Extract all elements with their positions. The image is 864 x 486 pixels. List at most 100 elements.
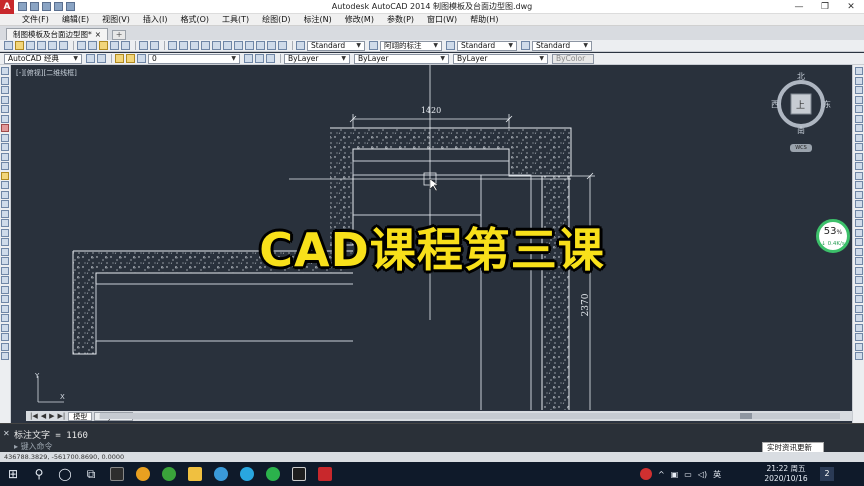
insert-block-icon[interactable] (1, 171, 9, 180)
new-tab-icon[interactable]: + (112, 30, 127, 40)
layer-properties-icon[interactable] (115, 54, 124, 63)
fillet-icon[interactable] (1, 333, 9, 341)
chamfer-icon[interactable] (1, 342, 9, 351)
arc-icon[interactable] (1, 114, 9, 123)
spline-icon[interactable] (1, 143, 9, 151)
pan-icon[interactable] (168, 41, 177, 50)
menu-parametric[interactable]: 参数(P) (387, 14, 414, 25)
zoom-previous-icon[interactable] (201, 41, 210, 50)
ellipse-arc-icon[interactable] (1, 162, 9, 170)
revision-cloud-icon[interactable] (1, 133, 9, 142)
construction-line-icon[interactable] (1, 76, 9, 85)
rectangle-icon[interactable] (1, 105, 9, 113)
wechat-icon[interactable] (260, 462, 286, 486)
undo-icon[interactable] (54, 2, 63, 11)
menu-edit[interactable]: 编辑(E) (62, 14, 89, 25)
command-close-icon[interactable]: ✕ (3, 429, 10, 438)
mirror-icon[interactable] (1, 295, 9, 303)
edge-icon[interactable] (208, 462, 234, 486)
rotate-icon[interactable] (854, 124, 863, 132)
new-file-icon[interactable] (18, 2, 27, 11)
menu-dimension[interactable]: 标注(N) (304, 14, 332, 25)
color-select[interactable]: ByLayer ▼ (284, 53, 350, 64)
close-button[interactable]: ✕ (838, 2, 864, 12)
coordinate-readout[interactable]: 436788.3829, -561700.8690, 0.0000 (4, 453, 124, 461)
hatch-icon[interactable] (1, 200, 9, 208)
prev-layout-button[interactable]: ◀ (41, 412, 46, 420)
trim-icon[interactable] (854, 152, 863, 161)
menu-file[interactable]: 文件(F) (22, 14, 49, 25)
open-icon[interactable] (15, 41, 24, 50)
array-icon[interactable] (854, 105, 863, 113)
compass-north[interactable]: 北 (797, 71, 805, 82)
task-view-icon[interactable]: ⧉ (78, 462, 104, 486)
mirror-icon[interactable] (854, 86, 863, 94)
app-icon-2[interactable] (130, 462, 156, 486)
menu-window[interactable]: 窗口(W) (427, 14, 457, 25)
viewcube[interactable]: 北 南 东 西 上 (771, 72, 831, 135)
save-icon[interactable] (26, 41, 35, 50)
scale-icon[interactable] (1, 304, 9, 313)
polyline-icon[interactable] (1, 86, 9, 94)
compass-east[interactable]: 东 (823, 99, 831, 110)
quick-dim-icon[interactable] (854, 314, 863, 322)
menu-draw[interactable]: 绘图(D) (262, 14, 290, 25)
offset-icon[interactable] (854, 95, 863, 104)
app-icon-1[interactable] (104, 462, 130, 486)
break-at-point-icon[interactable] (854, 171, 863, 180)
linetype-select[interactable]: ByLayer ▼ (354, 53, 449, 64)
cortana-icon[interactable]: ◯ (52, 462, 78, 486)
line-icon[interactable] (1, 67, 9, 75)
make-block-icon[interactable] (1, 181, 9, 189)
lineweight-select[interactable]: ByLayer ▼ (453, 53, 548, 64)
first-layout-button[interactable]: |◀ (30, 412, 38, 420)
dim-style-select[interactable]: 阿翊的标注 ▼ (380, 40, 442, 51)
tray-app-icon[interactable] (640, 468, 652, 480)
help-icon[interactable] (278, 41, 287, 50)
next-layout-button[interactable]: ▶ (49, 412, 54, 420)
menu-insert[interactable]: 插入(I) (143, 14, 168, 25)
new-icon[interactable] (4, 41, 13, 50)
network-icon[interactable]: ▭ (684, 470, 692, 479)
file-tab-close-icon[interactable]: × (95, 29, 101, 40)
viewcube-top-face[interactable]: 上 (796, 98, 805, 111)
jogged-icon[interactable] (854, 285, 863, 294)
redo-icon[interactable] (66, 2, 75, 11)
cut-icon[interactable] (77, 41, 86, 50)
design-center-icon[interactable] (223, 41, 232, 50)
menu-tools[interactable]: 工具(T) (222, 14, 249, 25)
workspace-select[interactable]: AutoCAD 经典 ▼ (4, 53, 82, 64)
volume-icon[interactable]: ◁) (698, 470, 707, 479)
zoom-realtime-icon[interactable] (179, 41, 188, 50)
file-tab[interactable]: 制图模板及台面边型图* × (6, 28, 109, 40)
compass-south[interactable]: 南 (797, 125, 805, 136)
viewport-controls-label[interactable]: [-][俯视][二维线框] (16, 68, 77, 78)
layer-select[interactable]: 0 ▼ (148, 53, 240, 64)
dim-space-icon[interactable] (854, 342, 863, 351)
open-file-icon[interactable] (30, 2, 39, 11)
command-input[interactable]: ▸ 键入命令 (14, 441, 53, 452)
plot-icon[interactable] (37, 41, 46, 50)
compass-west[interactable]: 西 (771, 99, 779, 110)
angular-icon[interactable] (854, 304, 863, 313)
redo-icon[interactable] (150, 41, 159, 50)
scrollbar-thumb[interactable] (740, 413, 752, 419)
plot-preview-icon[interactable] (48, 41, 57, 50)
autocad-taskbar-icon[interactable] (312, 462, 338, 486)
diameter-icon[interactable] (854, 295, 863, 303)
taskbar-clock[interactable]: 21:22 周五 2020/10/16 (760, 464, 812, 484)
quickcalc-icon[interactable] (267, 41, 276, 50)
workspace-icon[interactable] (97, 54, 106, 63)
wcs-menu[interactable]: WCS (790, 144, 812, 152)
join-icon[interactable] (854, 190, 863, 199)
tray-chevron-icon[interactable]: ^ (658, 470, 665, 479)
layer-states-icon[interactable] (266, 54, 275, 63)
make-current-layer-icon[interactable] (244, 54, 253, 63)
baseline-icon[interactable] (854, 323, 863, 332)
input-language[interactable]: 英 (713, 469, 721, 480)
start-button[interactable]: ⊞ (0, 462, 26, 486)
undo-icon[interactable] (139, 41, 148, 50)
ellipse-icon[interactable] (1, 152, 9, 161)
mleader-style-select[interactable]: Standard ▼ (532, 40, 592, 51)
markup-icon[interactable] (256, 41, 265, 50)
